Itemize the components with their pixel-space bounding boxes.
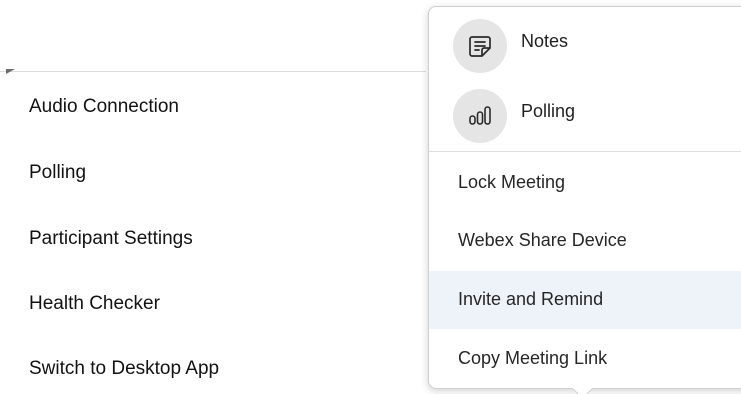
notes-icon xyxy=(453,19,507,73)
dropdown-divider xyxy=(429,151,741,152)
dropdown-item-webex-share-device-label: Webex Share Device xyxy=(458,230,627,250)
dropdown-item-invite-and-remind-label: Invite and Remind xyxy=(458,289,604,309)
menu-corner-mark xyxy=(6,69,15,74)
polling-icon xyxy=(453,89,507,143)
dropdown-item-polling[interactable]: Polling xyxy=(429,81,741,145)
dropdown-item-lock-meeting-label: Lock Meeting xyxy=(458,172,566,192)
more-options-menu: Audio Connection Polling Participant Set… xyxy=(0,69,426,394)
dropdown-item-invite-and-remind[interactable]: Invite and Remind xyxy=(429,271,741,329)
dropdown-item-webex-share-device[interactable]: Webex Share Device xyxy=(429,212,741,270)
dropdown-item-copy-meeting-link[interactable]: Copy Meeting Link xyxy=(429,330,741,388)
meeting-options-dropdown: Notes Polling Lock Meeting Webex Share D… xyxy=(428,6,741,394)
menu-item-polling[interactable]: Polling xyxy=(29,153,86,193)
menu-item-switch-to-desktop-app[interactable]: Switch to Desktop App xyxy=(29,349,219,389)
menu-item-audio-connection[interactable]: Audio Connection xyxy=(29,87,179,127)
dropdown-item-notes-label: Notes xyxy=(521,31,569,51)
dropdown-item-copy-meeting-link-label: Copy Meeting Link xyxy=(458,348,608,368)
app-stage: Audio Connection Polling Participant Set… xyxy=(0,0,741,394)
dropdown-item-lock-meeting[interactable]: Lock Meeting xyxy=(429,154,741,212)
dropdown-item-polling-label: Polling xyxy=(521,101,576,121)
menu-item-health-checker[interactable]: Health Checker xyxy=(29,284,160,324)
menu-item-participant-settings[interactable]: Participant Settings xyxy=(29,219,193,259)
dropdown-item-notes[interactable]: Notes xyxy=(429,11,741,75)
